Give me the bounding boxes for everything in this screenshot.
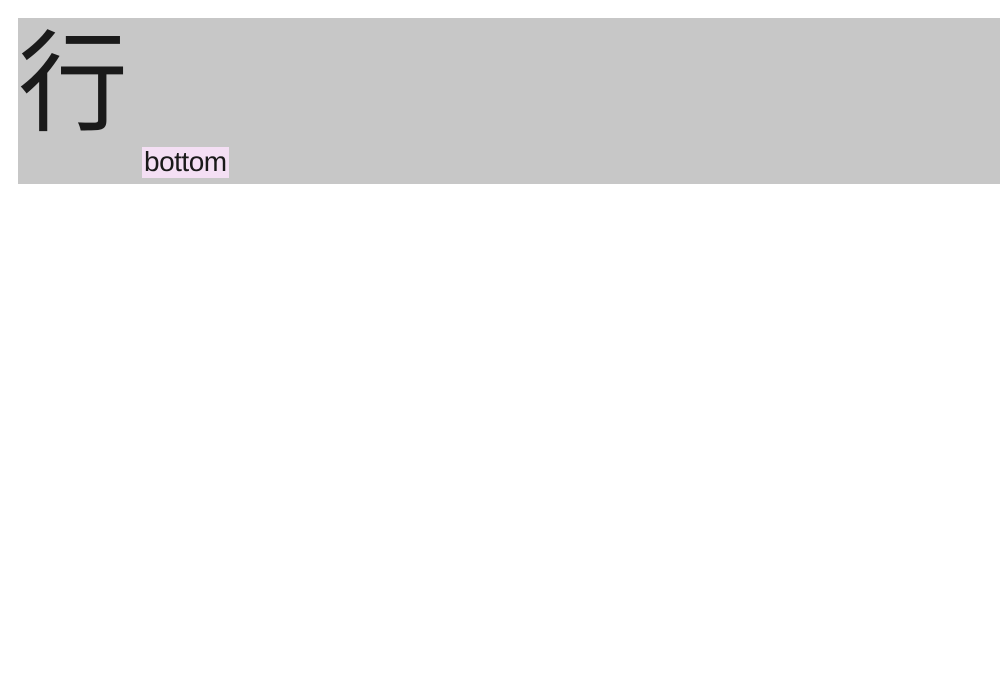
alignment-tag: bottom xyxy=(142,147,229,178)
demo-banner: 行 bottom xyxy=(18,18,1000,184)
cjk-glyph: 行 xyxy=(18,30,128,140)
